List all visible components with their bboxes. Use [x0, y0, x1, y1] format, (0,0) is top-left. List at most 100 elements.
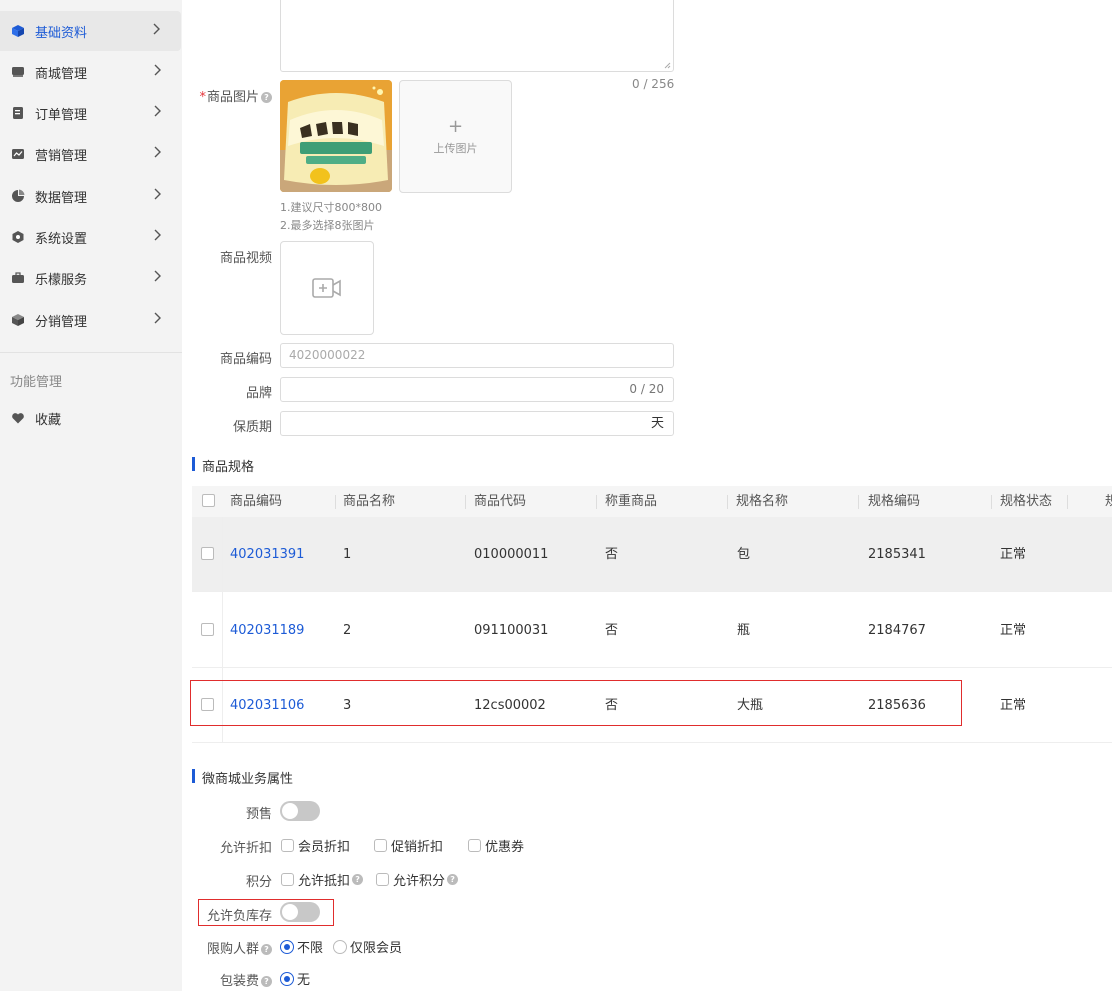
brand-label: 品牌	[245, 386, 272, 401]
chevron-right-icon	[154, 146, 164, 162]
sidebar-item-label: 营销管理	[35, 148, 88, 164]
sidebar-item-marketing[interactable]: 营销管理	[0, 134, 182, 174]
sidebar-item-lemeng-service[interactable]: 乐檬服务	[0, 258, 182, 298]
column-divider	[596, 495, 597, 509]
spec-name-cell: 包	[737, 547, 751, 562]
column-header: 商品编码	[230, 494, 283, 509]
allow-deduction-checkbox[interactable]: 允许抵扣?	[281, 870, 364, 889]
plus-icon: +	[447, 115, 464, 137]
spec-code-cell: 2184767	[868, 623, 926, 638]
row-checkbox[interactable]	[201, 547, 214, 560]
column-header: 商品代码	[474, 494, 527, 509]
upload-image-button[interactable]: + 上传图片	[399, 80, 512, 193]
item-code-cell: 091100031	[474, 623, 549, 638]
sidebar-item-settings[interactable]: 系统设置	[0, 217, 182, 257]
column-header: 规	[1105, 494, 1112, 509]
sidebar-item-label: 基础资料	[35, 25, 88, 41]
shelf-life-label: 保质期	[232, 420, 272, 435]
sidebar-section-label: 功能管理	[10, 375, 63, 390]
sidebar-item-mall[interactable]: 商城管理	[0, 52, 182, 92]
sidebar-item-label: 乐檬服务	[35, 272, 88, 288]
help-icon[interactable]: ?	[447, 874, 459, 885]
product-name-cell: 2	[343, 623, 352, 638]
table-row[interactable]: 402031189 2 091100031 否 瓶 2184767 正常	[192, 593, 1112, 668]
chevron-right-icon	[154, 312, 164, 328]
marketing-chart-icon	[10, 146, 26, 162]
description-counter: 0 / 256	[632, 77, 675, 91]
sidebar-item-label: 分销管理	[35, 314, 88, 330]
table-row[interactable]: 402031391 1 010000011 否 包 2185341 正常	[192, 517, 1112, 592]
help-icon[interactable]: ?	[261, 92, 272, 103]
coupon-checkbox[interactable]: 优惠券	[468, 836, 524, 855]
heart-icon	[10, 410, 26, 426]
chevron-right-icon	[154, 270, 164, 286]
main-content: 0 / 256 *商品图片? + 上传图片 1.建议尺寸800*800 2.最多…	[182, 0, 1112, 991]
briefcase-icon	[10, 270, 26, 286]
packing-fee-label: 包装费?	[182, 970, 272, 989]
box-icon	[10, 312, 26, 328]
pie-chart-icon	[10, 188, 26, 204]
spec-code-cell: 2185341	[868, 547, 926, 562]
sidebar-item-label: 商城管理	[35, 66, 88, 82]
product-code-input[interactable]: 4020000022	[280, 343, 674, 368]
sidebar-item-label: 订单管理	[35, 107, 88, 123]
required-mark: *	[199, 90, 206, 105]
highlight-box-row	[190, 680, 962, 726]
product-name-cell: 1	[343, 547, 352, 562]
column-divider	[858, 495, 859, 509]
section-title-spec: 商品规格	[192, 456, 254, 475]
radio-no-packing-fee[interactable]: 无	[280, 969, 310, 988]
column-header: 称重商品	[605, 494, 658, 509]
sidebar-item-orders[interactable]: 订单管理	[0, 93, 182, 133]
radio-members-only[interactable]: 仅限会员	[333, 937, 402, 956]
column-divider	[465, 495, 466, 509]
member-discount-checkbox[interactable]: 会员折扣	[281, 836, 350, 855]
column-header: 规格编码	[868, 494, 921, 509]
shelf-life-input[interactable]: 天	[280, 411, 674, 436]
cube-icon	[10, 23, 26, 39]
column-header: 商品名称	[343, 494, 396, 509]
points-label: 积分	[245, 875, 272, 890]
radio-unlimited[interactable]: 不限	[280, 937, 323, 956]
allow-points-checkbox[interactable]: 允许积分?	[376, 870, 459, 889]
store-icon	[10, 64, 26, 80]
presale-toggle[interactable]	[280, 801, 320, 821]
settings-hexagon-icon	[10, 229, 26, 245]
product-video-label: 商品视频	[219, 251, 272, 266]
product-image-thumbnail[interactable]	[280, 80, 392, 192]
sidebar-item-distribution[interactable]: 分销管理	[0, 300, 182, 340]
product-code-link[interactable]: 402031189	[230, 593, 304, 668]
upload-video-button[interactable]	[280, 241, 374, 335]
sidebar-item-favorites[interactable]: 收藏	[0, 398, 182, 438]
column-divider	[991, 495, 992, 509]
resize-handle-icon	[664, 62, 671, 69]
help-icon[interactable]: ?	[352, 874, 364, 885]
product-code-label: 商品编码	[219, 352, 272, 367]
brand-counter: 0 / 20	[629, 382, 664, 396]
spec-status-cell: 正常	[1000, 623, 1027, 638]
chevron-right-icon	[154, 188, 164, 204]
column-header: 规格名称	[736, 494, 789, 509]
sidebar-item-basic-data[interactable]: 基础资料	[0, 11, 181, 51]
discount-label: 允许折扣	[219, 841, 272, 856]
promo-discount-checkbox[interactable]: 促销折扣	[374, 836, 443, 855]
sidebar-item-data[interactable]: 数据管理	[0, 176, 182, 216]
row-checkbox[interactable]	[201, 623, 214, 636]
brand-input[interactable]: 0 / 20	[280, 377, 674, 402]
column-header: 规格状态	[1000, 494, 1053, 509]
help-icon[interactable]: ?	[261, 976, 272, 987]
weighted-cell: 否	[605, 623, 619, 638]
select-all-checkbox[interactable]	[202, 494, 215, 507]
chevron-right-icon	[154, 229, 164, 245]
description-textarea[interactable]	[280, 0, 674, 72]
help-icon[interactable]: ?	[261, 944, 272, 955]
item-code-cell: 010000011	[474, 547, 549, 562]
upload-image-label: 上传图片	[433, 141, 478, 155]
column-divider	[1067, 495, 1068, 509]
chevron-right-icon	[154, 64, 164, 80]
product-code-link[interactable]: 402031391	[230, 517, 304, 592]
shelf-life-unit: 天	[650, 416, 664, 431]
order-icon	[10, 105, 26, 121]
table-header: 商品编码 商品名称 商品代码 称重商品 规格名称 规格编码 规格状态 规	[192, 486, 1112, 517]
chevron-right-icon	[154, 105, 164, 121]
